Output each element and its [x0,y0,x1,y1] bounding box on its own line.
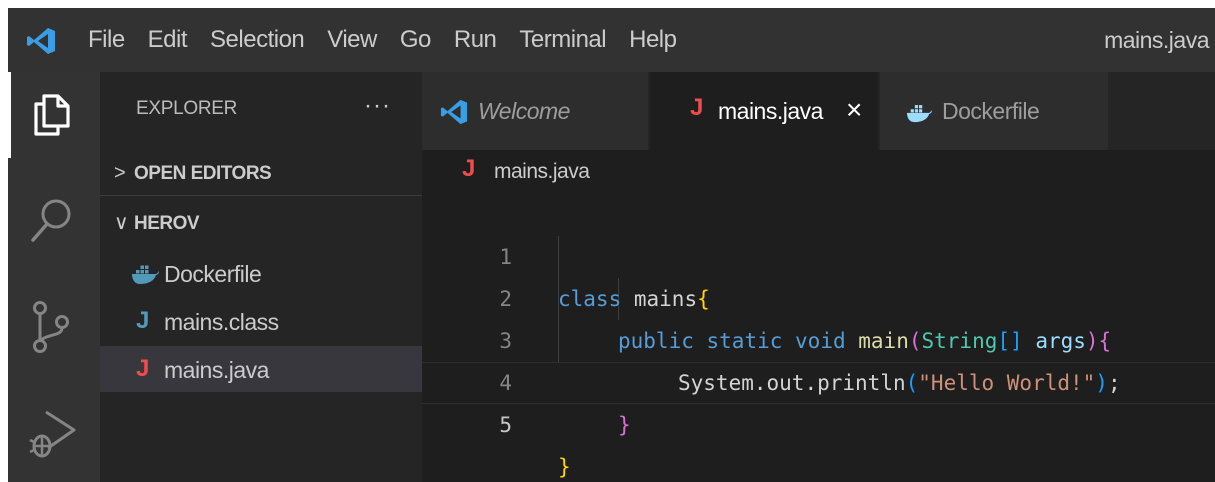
file-name: mains.class [164,309,279,335]
tab-label: Welcome [478,98,570,124]
menu-bar: File Edit Selection View Go Run Terminal… [88,8,699,72]
code-line-current: 5 } [422,362,1215,479]
docker-icon [907,105,932,123]
code-text: } [558,455,571,479]
window-title: mains.java [1104,27,1209,53]
search-icon [31,199,71,242]
file-mains-class[interactable]: J mains.class [100,298,422,344]
more-actions-icon[interactable]: ··· [364,92,391,120]
java-file-icon: J [462,155,476,182]
breadcrumb: J mains.java [422,150,1215,194]
menu-go[interactable]: Go [400,26,432,54]
file-mains-java[interactable]: J mains.java [100,346,422,392]
code-line: 4 } [422,320,1215,437]
title-bar: File Edit Selection View Go Run Terminal… [8,8,1215,72]
java-class-icon: J [136,307,150,334]
explorer-title: EXPLORER [136,98,238,119]
tab-label: mains.java [718,98,823,124]
activity-source-control[interactable] [8,284,100,370]
run-debug-icon [29,410,76,458]
docker-icon [132,265,159,284]
file-name: mains.java [164,357,269,383]
activity-explorer[interactable] [8,72,100,158]
tab-dockerfile[interactable]: Dockerfile [880,72,1108,150]
folder-label: HEROV [134,213,200,234]
explorer-header: EXPLORER ··· [100,72,422,150]
code-line: 1 class mains{ [422,194,1215,311]
chevron-right-icon: > [114,162,126,184]
code-line: 2 public static void main(String[] args)… [422,236,1215,353]
open-editors-section[interactable]: > OPEN EDITORS [100,150,422,196]
activity-run-debug[interactable] [8,390,100,476]
code-text: } [618,413,631,437]
open-editors-label: OPEN EDITORS [134,163,272,184]
code-line: 3 System.out.println("Hello World!"); [422,278,1215,395]
explorer-sidebar: EXPLORER ··· > OPEN EDITORS ∨ HEROV Dock… [100,72,422,482]
vscode-logo-icon[interactable] [26,26,56,56]
menu-terminal[interactable]: Terminal [519,26,606,54]
line-number: 5 [499,413,512,437]
java-file-icon: J [136,355,150,382]
menu-file[interactable]: File [88,26,125,54]
menu-selection[interactable]: Selection [210,26,305,54]
editor-tabs: Welcome J mains.java × Dockerfile [422,72,1215,150]
folder-herov[interactable]: ∨ HEROV [100,200,422,246]
source-control-icon [33,301,69,353]
breadcrumb-file[interactable]: mains.java [494,160,590,184]
chevron-down-icon: ∨ [114,212,129,234]
tab-welcome[interactable]: Welcome [422,72,648,150]
code-editor[interactable]: 1 class mains{ 2 public static void main… [422,194,1215,482]
file-dockerfile[interactable]: Dockerfile [100,250,422,296]
vscode-logo-icon [440,99,468,125]
activity-search[interactable] [8,178,100,264]
menu-run[interactable]: Run [454,26,497,54]
file-name: Dockerfile [164,261,262,287]
menu-edit[interactable]: Edit [148,26,188,54]
vscode-window: File Edit Selection View Go Run Terminal… [8,8,1215,482]
explorer-icon [34,94,70,136]
tab-label: Dockerfile [942,98,1040,124]
menu-view[interactable]: View [327,26,377,54]
menu-help[interactable]: Help [629,26,677,54]
tab-mains-java[interactable]: J mains.java × [650,72,878,150]
activity-bar [8,72,100,482]
close-icon[interactable]: × [846,94,862,126]
java-file-icon: J [690,94,704,121]
